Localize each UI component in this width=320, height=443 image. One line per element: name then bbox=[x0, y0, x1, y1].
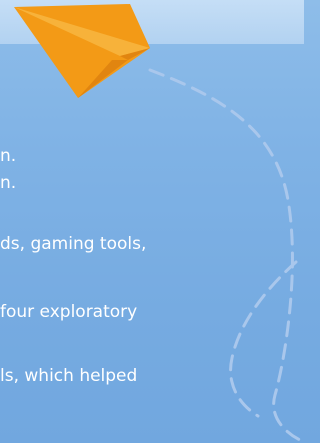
body-text-line-5: ls, which helped bbox=[0, 366, 138, 386]
body-text-line-1: n. bbox=[0, 146, 17, 166]
body-text-line-2: n. bbox=[0, 173, 17, 193]
body-text-line-4: four exploratory bbox=[0, 302, 138, 322]
header-band bbox=[0, 0, 304, 44]
body-text-line-3: ds, gaming tools, bbox=[0, 234, 147, 254]
